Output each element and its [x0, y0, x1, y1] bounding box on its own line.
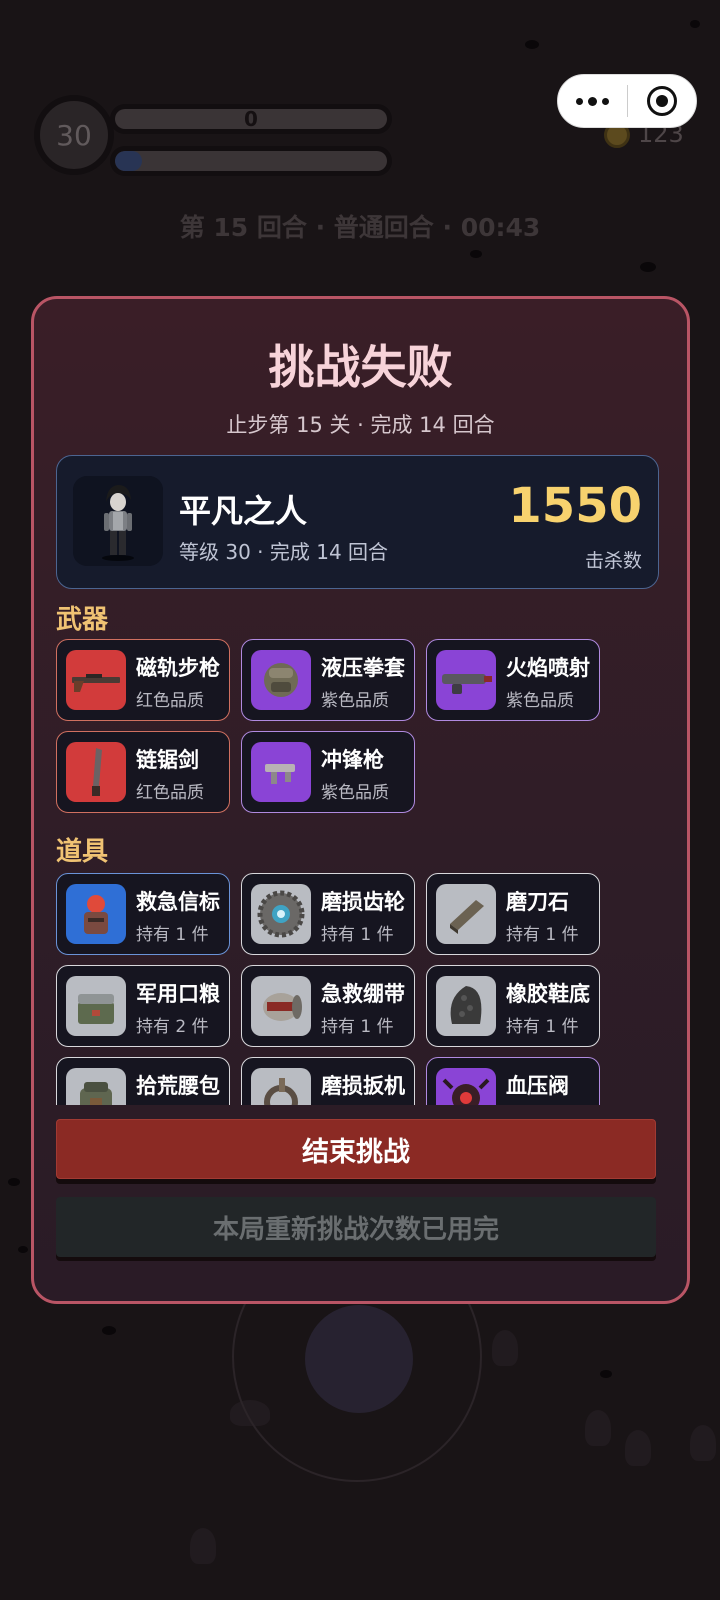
item-count: 持有 1 件 — [506, 925, 579, 945]
item-card[interactable]: 拾荒腰包 — [56, 1057, 230, 1105]
end-challenge-button[interactable]: 结束挑战 — [56, 1119, 656, 1179]
monster-silhouette — [585, 1410, 611, 1446]
exp-bar — [110, 146, 392, 176]
trigger-icon — [251, 1068, 311, 1105]
result-title: 挑战失败 — [268, 340, 453, 394]
round-info: 第 15 回合 · 普通回合 · 00:43 — [179, 213, 541, 242]
weapon-card[interactable]: 磁轨步枪 红色品质 — [56, 639, 230, 721]
weapon-quality: 紫色品质 — [506, 691, 574, 711]
target-close-icon[interactable] — [628, 75, 697, 127]
weapon-name: 链锯剑 — [136, 748, 199, 772]
rubble — [525, 40, 539, 49]
retry-exhausted-button: 本局重新挑战次数已用完 — [56, 1197, 656, 1257]
hero-avatar — [73, 476, 163, 566]
whetstone-icon — [436, 884, 496, 944]
weapon-card[interactable]: 冲锋枪 紫色品质 — [241, 731, 415, 813]
weapons-grid: 磁轨步枪 红色品质 液压拳套 紫色品质 火焰喷射 紫色品质 链锯剑 红色品质 冲锋枪 紫色品质 — [56, 639, 616, 813]
item-count: 持有 2 件 — [136, 1017, 209, 1037]
ration-icon — [66, 976, 126, 1036]
weapons-section-title: 武器 — [56, 605, 109, 635]
gauntlet-icon — [251, 650, 311, 710]
item-name: 急救绷带 — [321, 982, 405, 1006]
beacon-icon — [66, 884, 126, 944]
hero-name: 平凡之人 — [179, 492, 308, 530]
more-dots-icon[interactable] — [558, 75, 627, 127]
item-card[interactable]: 军用口粮持有 2 件 — [56, 965, 230, 1047]
item-card[interactable]: 急救绷带持有 1 件 — [241, 965, 415, 1047]
chainsword-icon — [66, 742, 126, 802]
kill-count-label: 击杀数 — [584, 550, 642, 572]
weapon-card[interactable]: 液压拳套 紫色品质 — [241, 639, 415, 721]
hero-meta: 等级 30 · 完成 14 回合 — [179, 540, 389, 564]
weapon-quality: 紫色品质 — [321, 783, 389, 803]
item-count: 持有 1 件 — [321, 925, 394, 945]
item-card[interactable]: 磨损齿轮持有 1 件 — [241, 873, 415, 955]
weapon-quality: 红色品质 — [136, 691, 204, 711]
item-name: 血压阀 — [506, 1074, 569, 1098]
monster-silhouette — [190, 1528, 216, 1564]
item-card[interactable]: 磨损扳机 — [241, 1057, 415, 1105]
weapon-name: 火焰喷射 — [506, 656, 590, 680]
item-card[interactable]: 橡胶鞋底持有 1 件 — [426, 965, 600, 1047]
item-count: 持有 1 件 — [321, 1017, 394, 1037]
item-card[interactable]: 救急信标持有 1 件 — [56, 873, 230, 955]
valve-icon — [436, 1068, 496, 1105]
weapon-name: 液压拳套 — [321, 656, 405, 680]
weapon-card[interactable]: 链锯剑 红色品质 — [56, 731, 230, 813]
items-grid: 救急信标 持有 1 件磨损齿轮 持有 1 件磨刀石 持有 1 件军用口粮 持有 2 件急… — [56, 873, 616, 1105]
rubble — [470, 250, 482, 258]
item-name: 拾荒腰包 — [136, 1074, 220, 1098]
exp-bar-fill — [115, 151, 143, 171]
item-card[interactable]: 血压阀 — [426, 1057, 600, 1105]
rubble — [640, 262, 656, 272]
item-card[interactable]: 磨刀石持有 1 件 — [426, 873, 600, 955]
rubble — [690, 20, 700, 28]
score-value: 0 — [244, 107, 258, 131]
weapon-name: 磁轨步枪 — [136, 656, 220, 680]
smg-icon — [251, 742, 311, 802]
monster-silhouette — [690, 1425, 716, 1461]
shoe-sole-icon — [436, 976, 496, 1036]
gear-icon — [251, 884, 311, 944]
miniprogram-capsule — [557, 74, 697, 128]
item-count: 持有 1 件 — [506, 1017, 579, 1037]
flamethrower-icon — [436, 650, 496, 710]
rubble — [102, 1326, 116, 1335]
item-name: 橡胶鞋底 — [506, 982, 590, 1006]
item-name: 磨损扳机 — [321, 1074, 405, 1098]
player-level: 30 — [56, 118, 92, 152]
weapon-quality: 紫色品质 — [321, 691, 389, 711]
weapon-quality: 红色品质 — [136, 783, 204, 803]
rubble — [8, 1178, 20, 1186]
rubble — [18, 1246, 28, 1253]
hero-card: 平凡之人 等级 30 · 完成 14 回合 1550 击杀数 — [56, 455, 659, 589]
bandage-icon — [251, 976, 311, 1036]
item-count: 持有 1 件 — [136, 925, 209, 945]
joystick-knob — [305, 1305, 413, 1413]
item-name: 救急信标 — [136, 890, 220, 914]
result-panel: 挑战失败 止步第 15 关 · 完成 14 回合 平凡之人 等级 30 · 完成… — [31, 296, 690, 1304]
rubble — [600, 1370, 612, 1378]
pouch-icon — [66, 1068, 126, 1105]
monster-silhouette — [625, 1430, 651, 1466]
kill-count: 1550 — [508, 478, 642, 534]
player-level-badge: 30 — [34, 95, 114, 175]
items-section-title: 道具 — [56, 837, 109, 867]
rifle-icon — [66, 650, 126, 710]
weapon-card[interactable]: 火焰喷射 紫色品质 — [426, 639, 600, 721]
item-name: 磨损齿轮 — [321, 890, 405, 914]
item-name: 军用口粮 — [136, 982, 220, 1006]
score-bar: 0 — [110, 104, 392, 134]
items-scroll-area[interactable]: 救急信标 持有 1 件磨损齿轮 持有 1 件磨刀石 持有 1 件军用口粮 持有 2 件急… — [34, 873, 687, 1105]
monster-silhouette — [492, 1330, 518, 1366]
weapon-name: 冲锋枪 — [321, 748, 384, 772]
item-name: 磨刀石 — [506, 890, 569, 914]
result-subtitle: 止步第 15 关 · 完成 14 回合 — [226, 413, 495, 437]
